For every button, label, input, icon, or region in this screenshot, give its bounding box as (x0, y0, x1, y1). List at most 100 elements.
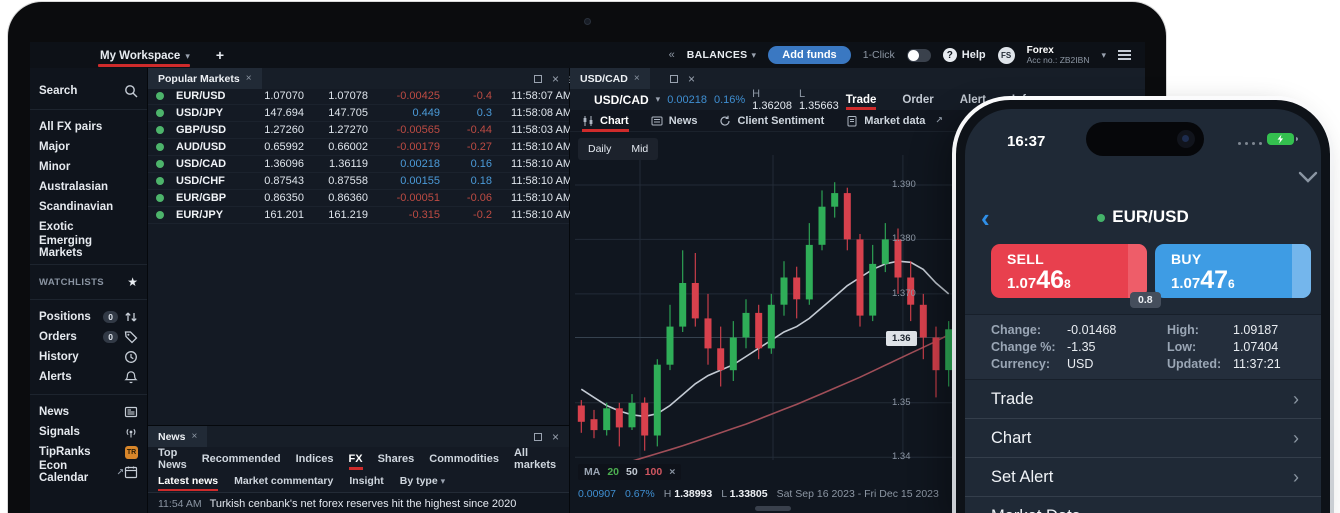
sidebar-item-signals[interactable]: Signals (30, 422, 147, 442)
subtab-latest-news[interactable]: Latest news (158, 475, 219, 491)
ma-legend[interactable]: MA 20 50 100 × (578, 464, 682, 480)
sidebar-item-orders[interactable]: Orders 0 (30, 327, 147, 347)
new-workspace-button[interactable]: + (216, 47, 224, 63)
sidebar-item-econ-calendar[interactable]: Econ Calendar ↗ (30, 460, 147, 484)
tab-chart[interactable]: Chart (582, 115, 629, 132)
account-avatar[interactable]: FS (997, 46, 1015, 64)
menu-item-market-data[interactable]: Market Data › (965, 497, 1321, 513)
close-icon[interactable]: × (246, 73, 252, 84)
sidebar-item-positions[interactable]: Positions 0 (30, 307, 147, 327)
panel-window-controls: × (669, 73, 1145, 85)
close-icon[interactable]: × (191, 431, 197, 442)
tab-commodities[interactable]: Commodities (429, 453, 499, 465)
tab-chart-news[interactable]: News (651, 115, 697, 127)
sidebar-item-australasian[interactable]: Australasian (30, 177, 147, 197)
sidebar-item-major[interactable]: Major (30, 137, 147, 157)
close-icon[interactable]: × (634, 73, 640, 84)
close-icon[interactable]: × (552, 73, 559, 85)
period-mid[interactable]: Mid (621, 143, 658, 155)
star-icon: ★ (127, 275, 138, 289)
tab-market-data[interactable]: Market data ↗ (846, 115, 943, 127)
sidebar-item-history[interactable]: History (30, 347, 147, 367)
table-row[interactable]: EUR/JPY 161.201 161.219 -0.315 -0.2 11:5… (148, 207, 572, 224)
subtab-market-commentary[interactable]: Market commentary (234, 475, 333, 487)
tab-news[interactable]: News × (148, 426, 208, 447)
menu-item-set-alert[interactable]: Set Alert › (965, 458, 1321, 497)
add-funds-button[interactable]: Add funds (768, 46, 851, 64)
y-axis-label: 1.390 (892, 179, 916, 190)
sidebar-item-alerts[interactable]: Alerts (30, 367, 147, 387)
maximize-icon[interactable] (533, 432, 542, 441)
action-trade[interactable]: Trade (845, 94, 876, 110)
sidebar-item-exotic[interactable]: Exotic (30, 217, 147, 237)
chart-horizontal-scrollbar[interactable] (755, 506, 791, 511)
news-headline: Turkish cenbank's net forex reserves hit… (209, 497, 517, 510)
tab-all-markets[interactable]: All markets (514, 447, 556, 471)
sidebar-item-scandinavian[interactable]: Scandinavian (30, 197, 147, 217)
chevron-down-icon[interactable]: ▾ (656, 94, 661, 105)
one-click-toggle[interactable] (906, 48, 931, 62)
markets-tabstrip: Popular Markets × × (148, 68, 569, 89)
one-click-label: 1-Click (862, 49, 895, 61)
panel-window-controls: × (533, 431, 569, 443)
candlestick-chart[interactable] (575, 155, 955, 460)
chevron-down-icon[interactable]: ▾ (1101, 50, 1106, 61)
table-row[interactable]: USD/CHF 0.87543 0.87558 0.00155 0.18 11:… (148, 173, 572, 190)
webcam-dot (584, 18, 591, 25)
tab-indices[interactable]: Indices (296, 453, 334, 465)
table-row[interactable]: AUD/USD 0.65992 0.66002 -0.00179 -0.27 1… (148, 139, 572, 156)
table-row[interactable]: EUR/USD 1.07070 1.07078 -0.00425 -0.4 11… (148, 88, 572, 105)
sidebar-item-watchlists[interactable]: WATCHLISTS ★ (30, 272, 147, 292)
divider (30, 299, 147, 300)
workspace-tab[interactable]: My Workspace ▾ (98, 42, 190, 68)
y-axis-label: 1.380 (892, 233, 916, 244)
chevron-down-icon[interactable]: ▾ (185, 51, 190, 62)
sidebar-item-emerging-markets[interactable]: Emerging Markets (30, 235, 147, 259)
account-info[interactable]: Forex Acc no.: ZB2IBN (1027, 45, 1090, 65)
signal-icon (126, 428, 136, 438)
close-icon[interactable]: × (669, 466, 675, 478)
chevron-down-icon[interactable] (1298, 171, 1318, 183)
battery-charging-icon (1267, 133, 1298, 145)
menu-item-trade[interactable]: Trade › (965, 380, 1321, 419)
news-list-item[interactable]: 11:54 AM Turkish cenbank's net forex res… (148, 492, 569, 513)
help-button[interactable]: ? Help (942, 48, 986, 62)
collapse-icon[interactable]: « (669, 49, 675, 61)
close-icon[interactable]: × (552, 431, 559, 443)
sidebar-item-minor[interactable]: Minor (30, 157, 147, 177)
chart-symbol[interactable]: USD/CAD (594, 93, 649, 107)
table-row[interactable]: USD/CAD 1.36096 1.36119 0.00218 0.16 11:… (148, 156, 572, 173)
tab-client-sentiment[interactable]: Client Sentiment (719, 115, 824, 127)
market-open-dot (156, 126, 164, 134)
y-axis-label: 1.34 (892, 451, 911, 462)
period-daily[interactable]: Daily (578, 143, 621, 155)
table-row[interactable]: USD/JPY 147.694 147.705 0.449 0.3 11:58:… (148, 105, 572, 122)
subtab-insight[interactable]: Insight (349, 475, 383, 487)
table-row[interactable]: GBP/USD 1.27260 1.27270 -0.00565 -0.44 1… (148, 122, 572, 139)
sidebar-item-news[interactable]: News (30, 402, 147, 422)
tab-popular-markets[interactable]: Popular Markets × (148, 68, 262, 89)
sidebar-item-all-fx-pairs[interactable]: All FX pairs (30, 117, 147, 137)
action-order[interactable]: Order (902, 94, 933, 106)
buy-button[interactable]: BUY 1.07 47 6 (1155, 244, 1311, 298)
maximize-icon[interactable] (669, 74, 678, 83)
menu-item-chart[interactable]: Chart › (965, 419, 1321, 458)
sidebar-item-tipranks[interactable]: TipRanks TR (30, 442, 147, 462)
y-axis-label: 1.35 (892, 397, 911, 408)
table-row[interactable]: EUR/GBP 0.86350 0.86360 -0.00051 -0.06 1… (148, 190, 572, 207)
panel-window-controls: × (533, 73, 569, 85)
subtab-by-type[interactable]: By type ▾ (400, 475, 445, 487)
balances-dropdown[interactable]: BALANCES ▾ (687, 49, 757, 61)
layout-menu-icon[interactable] (1118, 50, 1131, 60)
tab-usdcad[interactable]: USD/CAD × (570, 68, 650, 89)
search-input[interactable]: Search (30, 80, 147, 102)
tab-recommended[interactable]: Recommended (202, 453, 281, 465)
spread-badge: 0.8 (1130, 292, 1161, 308)
account-number: Acc no.: ZB2IBN (1026, 54, 1090, 65)
maximize-icon[interactable] (533, 74, 542, 83)
tab-top-news[interactable]: Top News (158, 447, 187, 471)
sell-button[interactable]: SELL 1.07 46 8 (991, 244, 1147, 298)
tab-shares[interactable]: Shares (378, 453, 415, 465)
close-icon[interactable]: × (688, 73, 695, 85)
tab-fx[interactable]: FX (348, 453, 363, 470)
